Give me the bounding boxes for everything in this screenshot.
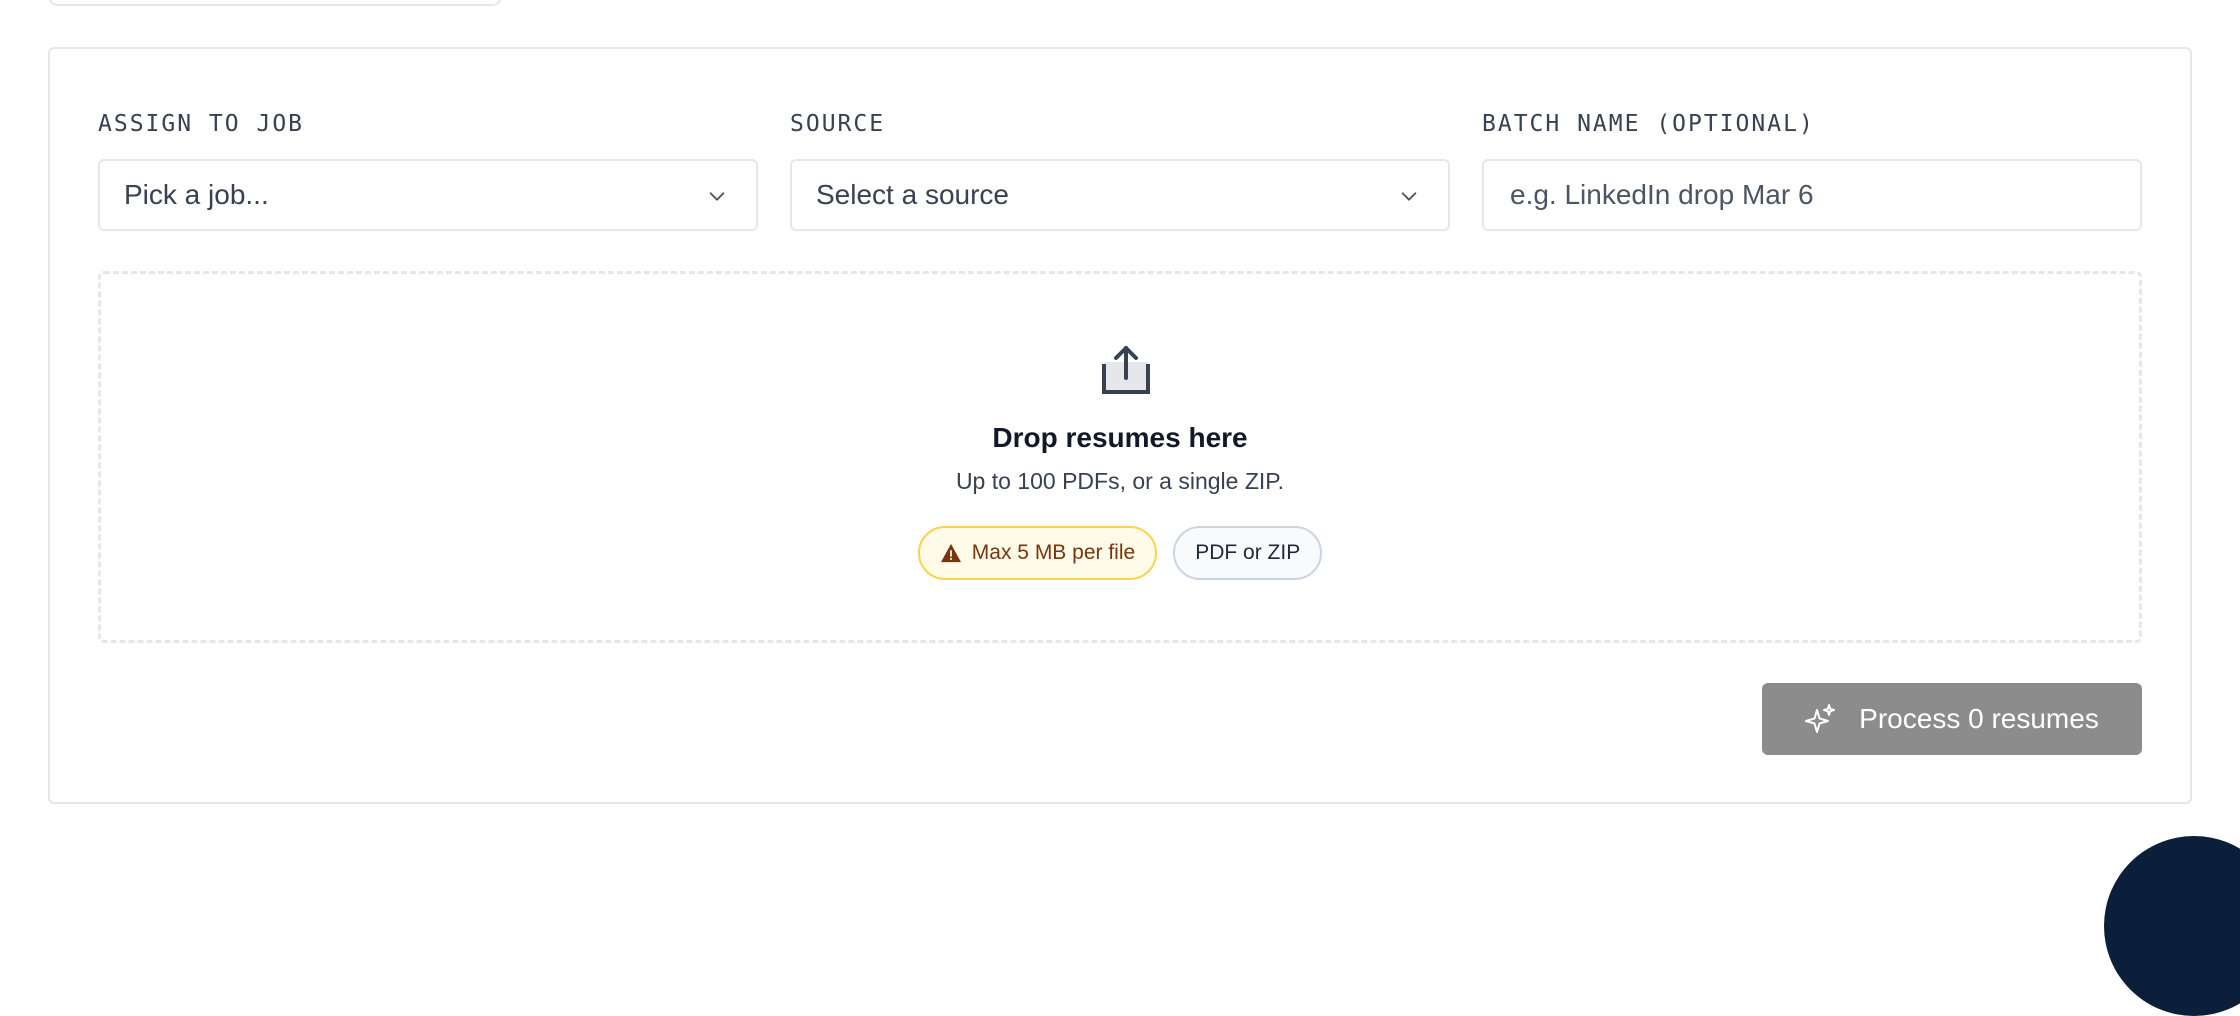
job-field: ASSIGN TO JOB Pick a job... bbox=[98, 109, 758, 231]
process-button-label: Process 0 resumes bbox=[1859, 703, 2099, 734]
size-limit-badge: Max 5 MB per file bbox=[917, 526, 1158, 580]
chevron-down-icon bbox=[1401, 192, 1417, 201]
batch-name-input-wrap bbox=[1482, 159, 2142, 231]
batch-name-field: BATCH NAME (OPTIONAL) bbox=[1482, 109, 2142, 231]
top-tab-bar bbox=[48, 0, 502, 6]
batch-name-input[interactable] bbox=[1508, 178, 2116, 212]
dropzone-pills: Max 5 MB per file PDF or ZIP bbox=[101, 526, 2139, 580]
upload-icon bbox=[1102, 346, 1150, 394]
sparkle-icon bbox=[1805, 704, 1836, 733]
process-resumes-button[interactable]: Process 0 resumes bbox=[1762, 683, 2142, 755]
job-select[interactable]: Pick a job... bbox=[98, 159, 758, 231]
source-label: SOURCE bbox=[790, 111, 886, 137]
batch-name-label: BATCH NAME (OPTIONAL) bbox=[1482, 111, 1815, 137]
chevron-down-icon bbox=[709, 192, 725, 201]
resume-dropzone[interactable]: Drop resumes here Up to 100 PDFs, or a s… bbox=[98, 271, 2142, 643]
source-select-value: Select a source bbox=[816, 179, 1009, 210]
dropzone-title: Drop resumes here bbox=[992, 422, 1248, 453]
source-select[interactable]: Select a source bbox=[790, 159, 1450, 231]
format-text: PDF or ZIP bbox=[1195, 541, 1301, 564]
warning-icon bbox=[940, 543, 961, 563]
job-label: ASSIGN TO JOB bbox=[98, 111, 305, 137]
format-badge: PDF or ZIP bbox=[1173, 526, 1323, 580]
source-field: SOURCE Select a source bbox=[790, 109, 1450, 231]
job-select-value: Pick a job... bbox=[124, 179, 269, 210]
size-limit-text: Max 5 MB per file bbox=[971, 541, 1136, 564]
dropzone-subtitle: Up to 100 PDFs, or a single ZIP. bbox=[955, 468, 1285, 494]
floating-action-button[interactable] bbox=[2104, 836, 2240, 1016]
upload-card: ASSIGN TO JOB Pick a job... SOURCE Selec… bbox=[48, 47, 2192, 804]
